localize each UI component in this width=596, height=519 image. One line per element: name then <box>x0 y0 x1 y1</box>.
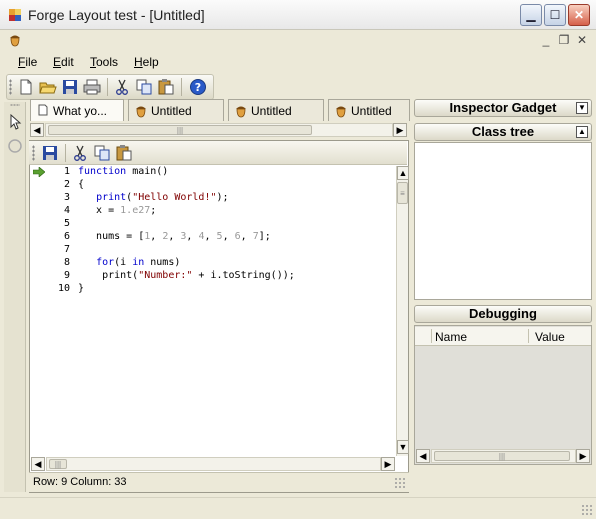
line-number: 1 <box>63 166 70 177</box>
line-number: 3 <box>63 192 70 203</box>
mdi-minimize-button[interactable]: _ <box>538 32 554 48</box>
paste-icon[interactable] <box>115 144 133 162</box>
code-text: x = 1.e27; <box>78 205 157 216</box>
toolbar-grip[interactable] <box>9 79 12 95</box>
strip-grip[interactable] <box>10 104 20 106</box>
line-number: 2 <box>63 179 70 190</box>
editor-scroll-left-button[interactable]: ◀ <box>31 457 45 471</box>
tab-untitled-2[interactable]: Untitled <box>228 99 324 121</box>
print-icon[interactable] <box>83 78 101 96</box>
scroll-up-button[interactable]: ▲ <box>397 166 409 180</box>
new-file-icon[interactable] <box>17 78 35 96</box>
mdi-bar: _ ❐ ✕ <box>0 30 596 50</box>
toolbar-separator <box>107 78 108 96</box>
paste-icon[interactable] <box>157 78 175 96</box>
dropdown-icon[interactable]: ▼ <box>576 102 588 114</box>
debug-hscroll-thumb[interactable]: ||| <box>434 451 570 461</box>
editor-resize-grip[interactable] <box>394 477 406 489</box>
toolbar-separator <box>181 78 182 96</box>
debugging-header[interactable]: Debugging <box>414 305 592 323</box>
menu-file[interactable]: File <box>18 55 37 69</box>
acorn-icon <box>136 106 146 118</box>
editor-vertical-scrollbar[interactable]: ▲ ≡ ▼ <box>396 166 409 456</box>
code-area[interactable]: 1 function main() 2 {3 print("Hello World!"… <box>0 166 396 466</box>
line-number: 7 <box>63 244 70 255</box>
menu-bar: File Edit Tools Help <box>0 52 596 72</box>
tab-what-you[interactable]: What yo... <box>30 99 124 121</box>
debugging-grid[interactable] <box>414 325 592 465</box>
toolbar-separator <box>65 144 66 162</box>
code-text: function main() <box>78 166 169 177</box>
debugging-grid-header: Name Value <box>415 327 591 346</box>
editor-toolbar-grip[interactable] <box>32 145 35 161</box>
tab-untitled-3[interactable]: Untitled <box>328 99 410 121</box>
window-status-bar <box>0 497 596 519</box>
line-number: 8 <box>63 257 70 268</box>
tabs-scroll-thumb[interactable]: ||| <box>48 125 312 135</box>
svg-text:?: ? <box>195 81 201 94</box>
debug-hscroll-track[interactable]: ||| <box>431 449 576 463</box>
class-tree-header[interactable]: Class tree ▲ <box>414 123 592 141</box>
mdi-close-button[interactable]: ✕ <box>574 32 590 48</box>
editor-scroll-right-button[interactable]: ▶ <box>381 457 395 471</box>
debug-scroll-left-button[interactable]: ◀ <box>416 449 430 463</box>
editor-hscroll-thumb[interactable]: ||| <box>49 459 67 469</box>
tabs-scroll-left-button[interactable]: ◀ <box>30 123 44 137</box>
editor-hscroll-track[interactable]: ||| <box>46 457 381 471</box>
pointer-icon[interactable] <box>8 114 22 130</box>
class-tree-view[interactable] <box>414 142 592 300</box>
save-icon[interactable] <box>41 144 59 162</box>
line-number: 10 <box>57 283 70 294</box>
debug-scroll-right-button[interactable]: ▶ <box>576 449 590 463</box>
scroll-down-button[interactable]: ▼ <box>397 440 409 454</box>
line-number: 5 <box>63 218 70 229</box>
title-bar: Forge Layout test - [Untitled] ▁ ☐ ✕ <box>0 0 596 30</box>
code-text: print("Number:" + i.toString()); <box>78 270 295 281</box>
menu-tools[interactable]: Tools <box>90 55 118 69</box>
column-value[interactable]: Value <box>535 330 565 344</box>
cursor-position: Row: 9 Column: 33 <box>33 476 127 488</box>
help-icon[interactable]: ? <box>189 78 207 96</box>
minimize-button[interactable]: ▁ <box>520 4 542 26</box>
column-name[interactable]: Name <box>435 330 467 344</box>
code-text: print("Hello World!"); <box>96 192 229 203</box>
line-number: 4 <box>63 205 70 216</box>
vertical-scroll-thumb[interactable]: ≡ <box>397 182 408 204</box>
code-text: for(i in nums) <box>96 257 181 268</box>
menu-help[interactable]: Help <box>134 55 159 69</box>
collapse-icon[interactable]: ▲ <box>576 126 588 138</box>
acorn-icon[interactable] <box>8 33 22 47</box>
line-number: 9 <box>63 270 70 281</box>
copy-icon[interactable] <box>93 144 111 162</box>
line-number: 6 <box>63 231 70 242</box>
acorn-icon <box>236 106 246 118</box>
window-title: Forge Layout test - [Untitled] <box>28 7 205 23</box>
copy-icon[interactable] <box>135 78 153 96</box>
lasso-icon[interactable] <box>7 138 23 154</box>
tabs-scroll-track[interactable]: ||| <box>45 123 393 137</box>
menu-edit[interactable]: Edit <box>53 55 74 69</box>
maximize-button[interactable]: ☐ <box>544 4 566 26</box>
tabs-scroll-right-button[interactable]: ▶ <box>393 123 407 137</box>
code-text: } <box>78 283 85 294</box>
window-resize-grip[interactable] <box>581 504 593 516</box>
cut-icon[interactable] <box>71 144 89 162</box>
inspector-gadget-header[interactable]: Inspector Gadget ▼ <box>414 99 592 117</box>
tab-untitled-1[interactable]: Untitled <box>128 99 224 121</box>
editor-toolbar <box>29 141 407 165</box>
open-folder-icon[interactable] <box>39 78 57 96</box>
code-text: { <box>78 179 85 190</box>
code-text: nums = [1, 2, 3, 4, 5, 6, 7]; <box>78 231 271 242</box>
mdi-restore-button[interactable]: ❐ <box>556 32 572 48</box>
close-button[interactable]: ✕ <box>568 4 590 26</box>
app-icon <box>9 9 21 21</box>
editor-status-bar: Row: 9 Column: 33 <box>29 472 409 492</box>
document-icon <box>38 104 48 116</box>
main-toolbar: ? <box>6 74 214 100</box>
save-icon[interactable] <box>61 78 79 96</box>
cut-icon[interactable] <box>113 78 131 96</box>
acorn-icon <box>336 106 346 118</box>
